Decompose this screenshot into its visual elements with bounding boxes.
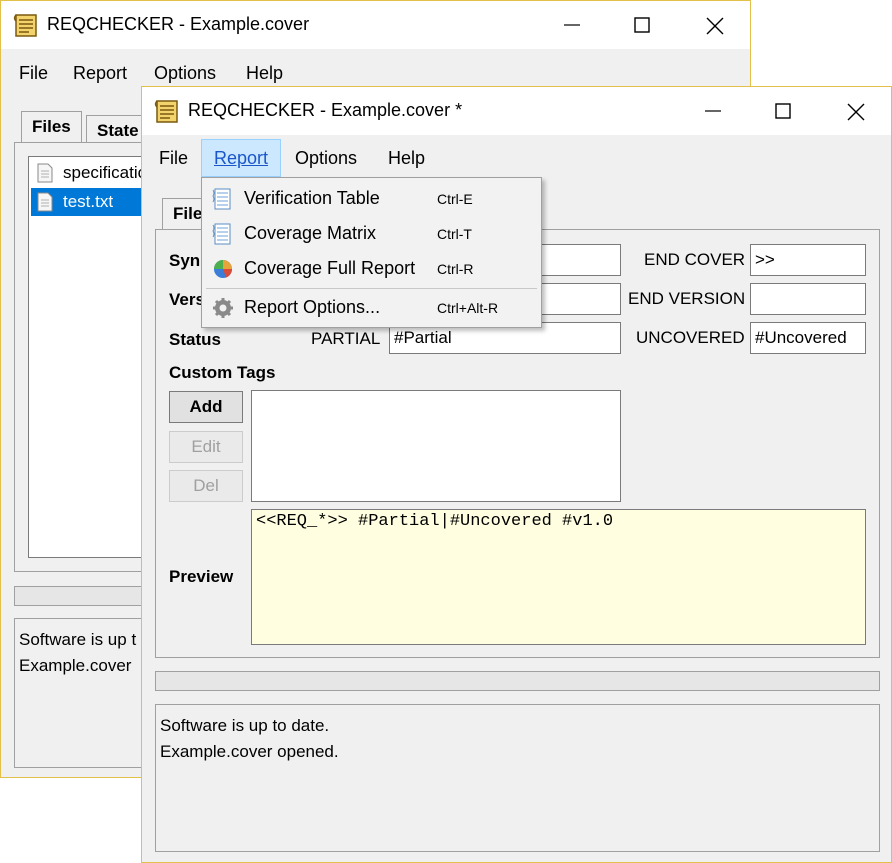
matrix-icon <box>212 223 231 245</box>
gear-icon <box>213 298 233 318</box>
status-label: Status <box>169 330 221 349</box>
back-tab-files[interactable]: Files <box>21 111 82 143</box>
menu-item-report-options[interactable]: Report Options... Ctrl+Alt-R <box>204 291 539 325</box>
front-menu-help[interactable]: Help <box>380 139 433 177</box>
close-button[interactable] <box>820 87 890 135</box>
front-titlebar[interactable]: REQCHECKER - Example.cover * <box>142 87 891 135</box>
uncovered-label: UNCOVERED <box>636 328 745 347</box>
preview-label: Preview <box>169 567 234 586</box>
front-menu-report[interactable]: Report <box>201 139 281 177</box>
file-icon <box>37 192 53 212</box>
minimize-button[interactable] <box>678 87 748 135</box>
end-version-field[interactable] <box>750 283 866 315</box>
end-cover-field[interactable]: >> <box>750 244 866 276</box>
menu-item-shortcut: Ctrl+Alt-R <box>437 300 499 316</box>
back-window-title: REQCHECKER - Example.cover <box>47 14 310 34</box>
maximize-button[interactable] <box>748 87 818 135</box>
maximize-icon <box>634 17 650 33</box>
menu-item-coverage-matrix[interactable]: Coverage Matrix Ctrl-T <box>204 217 539 251</box>
back-titlebar[interactable]: REQCHECKER - Example.cover <box>1 1 750 49</box>
end-cover-label: END COVER <box>644 250 746 269</box>
menu-item-label: Report Options... <box>244 297 381 317</box>
close-button[interactable] <box>679 1 749 49</box>
menu-item-shortcut: Ctrl-R <box>437 261 474 277</box>
close-icon <box>706 17 724 35</box>
maximize-icon <box>775 103 791 119</box>
status-line: Example.cover opened. <box>160 742 339 761</box>
app-icon <box>13 14 37 37</box>
pie-chart-icon <box>214 260 233 278</box>
report-dropdown-menu: Verification Table Ctrl-E Coverage Matri… <box>201 177 542 328</box>
minimize-icon <box>705 110 721 112</box>
menu-separator <box>206 288 537 289</box>
close-icon <box>847 103 865 121</box>
file-row-test-txt[interactable]: test.txt <box>31 188 157 216</box>
end-version-label: END VERSION <box>628 289 746 308</box>
file-name: specificatio <box>63 163 148 182</box>
minimize-button[interactable] <box>537 1 607 49</box>
menu-item-shortcut: Ctrl-E <box>437 191 473 207</box>
custom-tags-label: Custom Tags <box>169 363 276 382</box>
file-icon <box>37 163 53 183</box>
maximize-button[interactable] <box>607 1 677 49</box>
menu-item-coverage-full-report[interactable]: Coverage Full Report Ctrl-R <box>204 252 539 286</box>
table-icon <box>212 188 231 210</box>
front-menubar: File Report Options Help <box>142 139 891 177</box>
menu-item-label: Coverage Matrix <box>244 223 377 243</box>
custom-tags-list[interactable] <box>251 390 621 502</box>
back-menu-report[interactable]: Report <box>65 54 135 92</box>
back-menu-file[interactable]: File <box>11 54 56 92</box>
file-row-specification[interactable]: specificatio <box>31 159 157 187</box>
file-name: test.txt <box>63 192 114 211</box>
uncovered-field[interactable]: #Uncovered <box>750 322 866 354</box>
front-status-log: Software is up to date. Example.cover op… <box>155 704 880 852</box>
menu-item-label: Verification Table <box>244 188 380 208</box>
status-line: Software is up to date. <box>160 716 330 735</box>
add-button[interactable]: Add <box>169 391 243 423</box>
preview-text: <<REQ_*>> #Partial|#Uncovered #v1.0 <box>256 512 614 531</box>
front-progress-bar <box>155 671 880 691</box>
menu-item-verification-table[interactable]: Verification Table Ctrl-E <box>204 182 539 216</box>
vers-label: Vers <box>169 290 205 309</box>
edit-button[interactable]: Edit <box>169 431 243 463</box>
preview-box: <<REQ_*>> #Partial|#Uncovered #v1.0 <box>251 509 866 645</box>
front-menu-file[interactable]: File <box>151 139 196 177</box>
file-list[interactable]: specificatio test.txt <box>28 156 158 558</box>
front-window-title: REQCHECKER - Example.cover * <box>188 100 463 120</box>
del-button[interactable]: Del <box>169 470 243 502</box>
minimize-icon <box>564 24 580 26</box>
menu-item-shortcut: Ctrl-T <box>437 226 472 242</box>
front-menu-options[interactable]: Options <box>287 139 365 177</box>
partial-label: PARTIAL <box>311 329 381 348</box>
app-icon <box>154 100 178 123</box>
syn-label: Syn <box>169 251 201 270</box>
menu-item-label: Coverage Full Report <box>244 258 416 278</box>
